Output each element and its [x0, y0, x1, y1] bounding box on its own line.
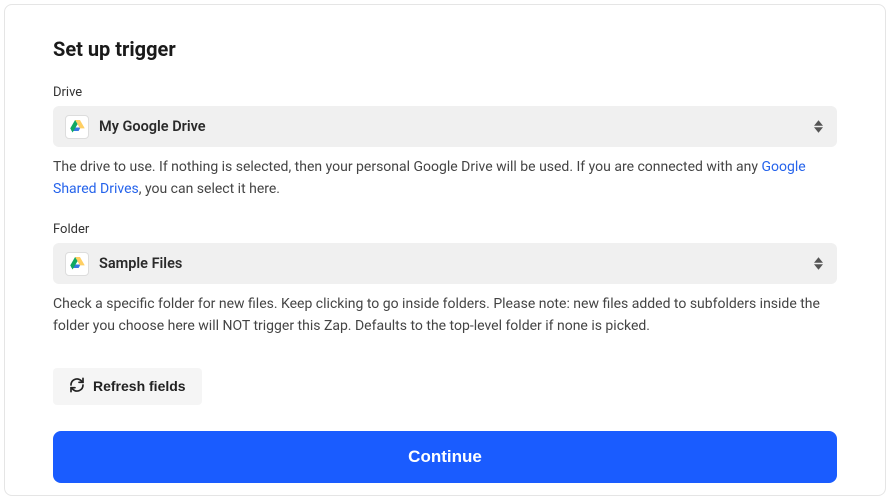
trigger-setup-panel: Set up trigger Drive My Google Drive The… [4, 4, 886, 496]
refresh-icon [69, 377, 85, 396]
refresh-button-label: Refresh fields [93, 378, 186, 394]
drive-select-value: My Google Drive [99, 118, 811, 135]
page-title: Set up trigger [53, 37, 837, 61]
drive-field-group: Drive My Google Drive The drive to use. … [53, 85, 837, 200]
chevron-updown-icon [811, 118, 825, 136]
drive-label: Drive [53, 85, 837, 100]
google-drive-icon [65, 115, 89, 139]
continue-button[interactable]: Continue [53, 431, 837, 483]
drive-help-text: The drive to use. If nothing is selected… [53, 157, 837, 200]
folder-select[interactable]: Sample Files [53, 243, 837, 284]
drive-select[interactable]: My Google Drive [53, 106, 837, 147]
folder-label: Folder [53, 222, 837, 237]
folder-help-text: Check a specific folder for new files. K… [53, 294, 837, 337]
folder-field-group: Folder Sample Files Check a specific fol… [53, 222, 837, 337]
google-drive-icon [65, 252, 89, 276]
chevron-updown-icon [811, 255, 825, 273]
folder-select-value: Sample Files [99, 255, 811, 272]
refresh-fields-button[interactable]: Refresh fields [53, 368, 202, 405]
